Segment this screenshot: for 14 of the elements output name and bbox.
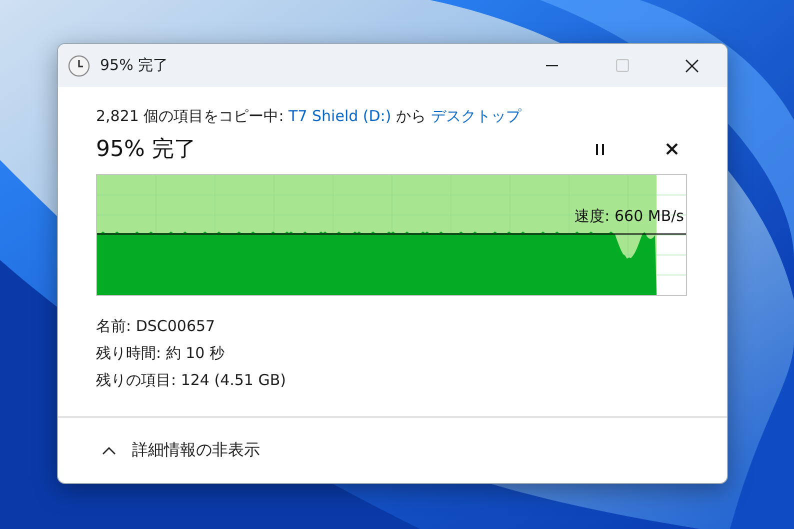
pause-icon: [596, 144, 604, 154]
source-link[interactable]: T7 Shield (D:): [288, 107, 392, 125]
close-icon: [666, 143, 678, 155]
clock-icon: [68, 54, 90, 76]
speed-label: 速度: 660 MB/s: [574, 207, 684, 226]
caret-icon: [102, 446, 116, 454]
destination-link[interactable]: デスクトップ: [430, 107, 521, 125]
details-toggle[interactable]: 詳細情報の非表示: [102, 440, 260, 461]
copy-status-text: 2,821 個の項目をコピー中: T7 Shield (D:) から デスクトップ: [96, 107, 522, 126]
detail-text: 名前: DSC00657: [96, 316, 216, 336]
detail-text: 残り時間: 約 10 秒: [96, 343, 226, 363]
detail-text: 残りの項目: 124 (4.51 GB): [96, 370, 288, 390]
window-title: 95% 完了: [100, 56, 170, 75]
progress-heading: 95% 完了: [96, 136, 197, 164]
